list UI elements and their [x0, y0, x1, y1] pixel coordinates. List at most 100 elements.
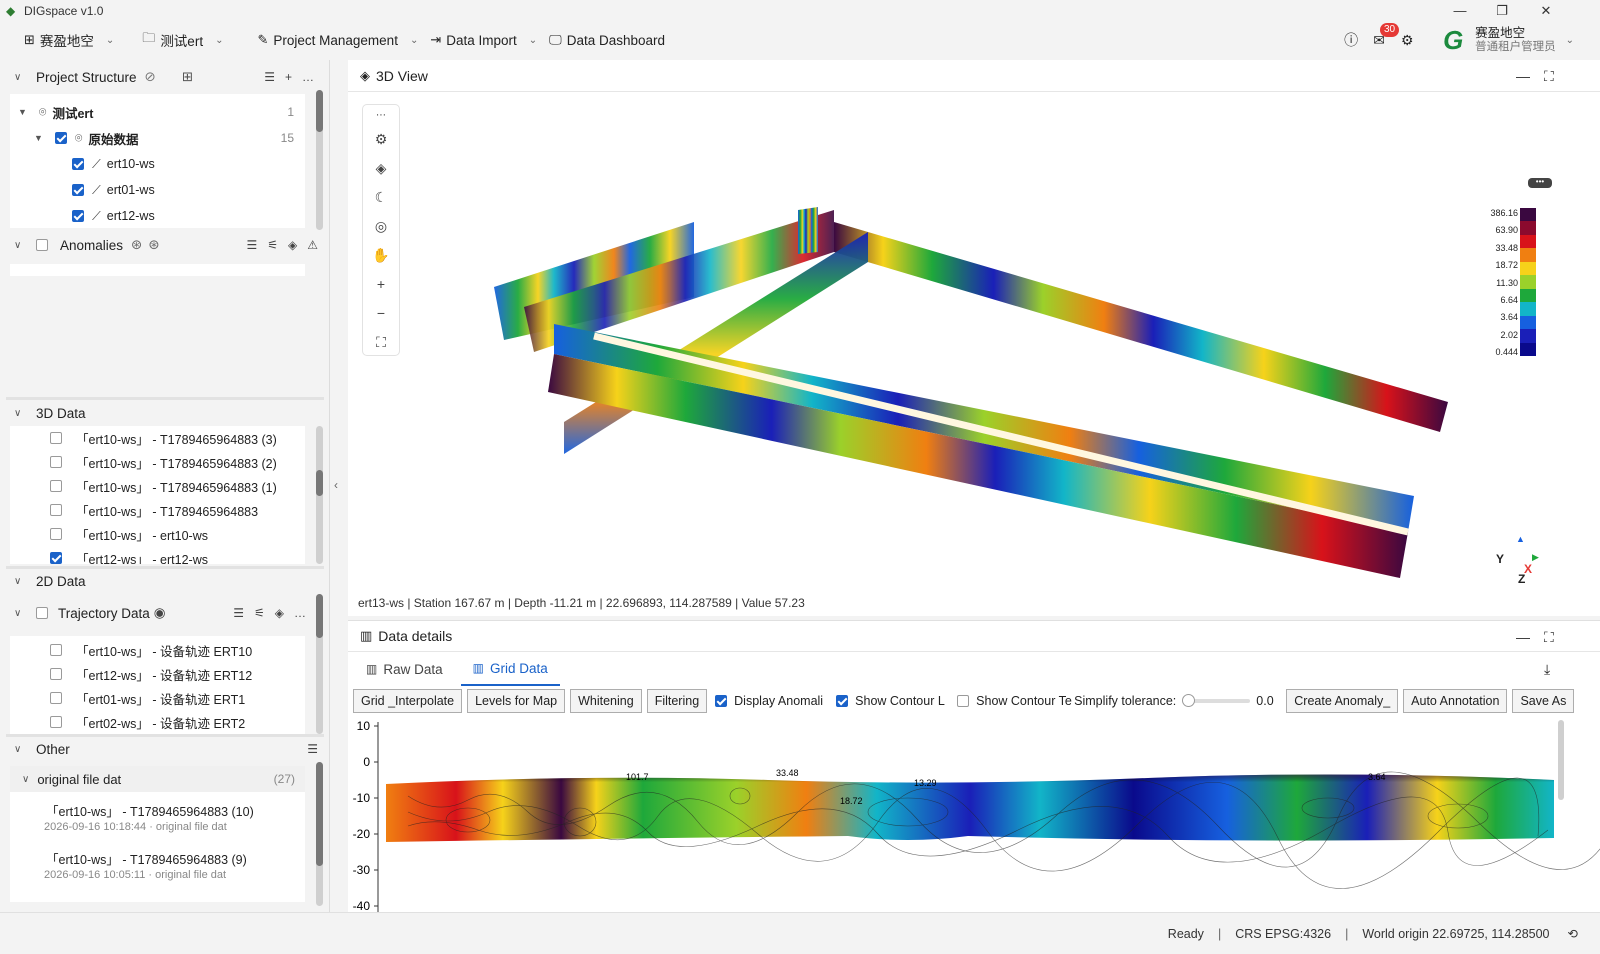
tab-grid-data[interactable]: ▥ Grid Data	[460, 652, 560, 686]
sliders-icon[interactable]: ⚟	[267, 238, 278, 252]
project-structure-header[interactable]: ∨ Project Structure ⊘ ⊞ ☰ + …	[8, 62, 324, 92]
layers-icon[interactable]: ◈	[275, 606, 284, 620]
tree-node-dataset[interactable]: ⟋ ert10-ws	[72, 152, 155, 176]
checkbox[interactable]	[50, 644, 62, 656]
tab-raw-data[interactable]: ▥ Raw Data	[354, 652, 455, 686]
eye-link-icon[interactable]: ⊛	[131, 237, 142, 253]
list-item[interactable]: 「ert10-ws」 - T1789465964883	[50, 498, 258, 522]
checkbox[interactable]	[72, 210, 84, 222]
user-menu[interactable]: 赛盈地空 普通租户管理员	[1475, 26, 1556, 54]
search-list-icon[interactable]: ☰	[246, 238, 257, 252]
add-icon[interactable]: +	[285, 70, 292, 84]
fullscreen-icon[interactable]: ⛶	[1544, 629, 1554, 646]
more-icon[interactable]: …	[294, 606, 306, 620]
chevron-down-icon[interactable]: ∨	[14, 408, 28, 419]
search-list-icon[interactable]: ☰	[264, 70, 275, 84]
grid-icon[interactable]: ⊞	[182, 69, 193, 85]
data2d-header[interactable]: ∨ 2D Data	[8, 566, 324, 596]
checkbox[interactable]	[50, 552, 62, 564]
chevron-down-icon[interactable]: ∨	[14, 72, 28, 83]
tree-node-dataset[interactable]: ⟋ ert01-ws	[72, 178, 155, 202]
tree-node-raw-data[interactable]: ▼ ⌾ 原始数据 15	[34, 126, 305, 150]
checkbox[interactable]	[72, 184, 84, 196]
list-item[interactable]: 「ert10-ws」 - 设备轨迹 ERT10	[50, 638, 252, 662]
eye-off-icon[interactable]: ⊘	[145, 69, 156, 85]
scroll-thumb[interactable]	[316, 470, 323, 496]
data3d-header[interactable]: ∨ 3D Data	[8, 398, 324, 428]
display-anomalies-toggle[interactable]: Display Anomali	[715, 694, 828, 708]
checkbox[interactable]	[50, 692, 62, 704]
list-item[interactable]: 「ert10-ws」 - T1789465964883 (2)	[50, 450, 277, 474]
chevron-down-icon[interactable]: ∨	[14, 240, 28, 251]
checkbox[interactable]	[50, 504, 62, 516]
show-contour-text-toggle[interactable]: Show Contour Te	[957, 694, 1074, 708]
group-header[interactable]: ∨ original file dat (27)	[10, 766, 305, 792]
search-list-icon[interactable]: ☰	[307, 742, 318, 756]
scrollbar[interactable]	[316, 426, 323, 564]
eye-icon[interactable]: ◉	[154, 605, 166, 621]
caret-down-icon[interactable]: ▼	[18, 107, 27, 117]
list-item[interactable]: 「ert02-ws」 - 设备轨迹 ERT2	[50, 710, 245, 734]
view3d-canvas[interactable]: ⋯ ⚙ ◈ ☾ ◎ ✋ + − ⛶ ••• 386.16 63.90 33.48…	[348, 92, 1600, 616]
minimize-button[interactable]: —	[1440, 0, 1480, 22]
project-menu[interactable]: 🗀 测试ert ⌄	[136, 22, 229, 58]
grid-data-plot[interactable]: 10 0 -10 -20 -30 -40 101.7 33.48 18.72 13.29 3.64	[348, 716, 1600, 912]
list-item[interactable]: 「ert10-ws」 - ert10-ws	[50, 522, 208, 546]
checkbox[interactable]	[72, 158, 84, 170]
scroll-thumb[interactable]	[316, 90, 323, 132]
list-item[interactable]: 「ert12-ws」 - ert12-ws	[50, 546, 208, 564]
trajectory-header[interactable]: ∨ Trajectory Data ◉ ☰ ⚟ ◈ …	[8, 598, 308, 628]
other-header[interactable]: ∨ Other ☰	[8, 734, 324, 764]
checkbox[interactable]	[50, 668, 62, 680]
scroll-thumb[interactable]	[316, 594, 323, 638]
chevron-down-icon[interactable]: ∨	[22, 774, 29, 785]
show-contour-lines-toggle[interactable]: Show Contour L	[836, 694, 949, 708]
axes-gizmo[interactable]: Y X Z ▲ ▶	[1494, 534, 1540, 588]
notification-icon[interactable]: ✉ 30	[1368, 23, 1400, 51]
chevron-down-icon[interactable]: ∨	[14, 744, 28, 755]
simplify-slider[interactable]	[1182, 694, 1251, 707]
download-icon[interactable]: ⤓	[1544, 661, 1550, 678]
chevron-down-icon[interactable]: ⌄	[1566, 35, 1574, 46]
warning-icon[interactable]: ⚠	[307, 238, 318, 252]
eye-link-icon[interactable]: ⊛	[148, 237, 159, 253]
workspace-menu[interactable]: ⊞ 赛盈地空 ⌄	[18, 22, 120, 58]
minimize-icon[interactable]: —	[1516, 629, 1530, 645]
filtering-button[interactable]: Filtering	[646, 689, 708, 713]
list-item[interactable]: 「ert01-ws」 - 设备轨迹 ERT1	[50, 686, 245, 710]
data-dashboard-menu[interactable]: 🖵 Data Dashboard	[543, 22, 671, 58]
list-item[interactable]: 「ert10-ws」 - T1789465964883 (3)	[50, 426, 277, 450]
levels-for-map-button[interactable]: Levels for Map	[467, 689, 566, 713]
checkbox[interactable]	[50, 716, 62, 728]
sliders-icon[interactable]: ⚟	[254, 606, 265, 620]
checkbox[interactable]	[36, 239, 48, 251]
caret-down-icon[interactable]: ▼	[34, 133, 43, 143]
anomalies-header[interactable]: ∨ Anomalies ⊛ ⊛ ☰ ⚟ ◈ ⚠	[8, 230, 324, 260]
list-item[interactable]: 「ert10-ws」 - T1789465964883 (1)	[50, 474, 277, 498]
settings-gear-icon[interactable]: ⚙	[1396, 29, 1418, 51]
more-icon[interactable]: …	[302, 70, 314, 84]
minimize-icon[interactable]: —	[1516, 68, 1530, 84]
checkbox[interactable]	[715, 695, 728, 707]
chevron-down-icon[interactable]: ∨	[14, 576, 28, 587]
checkbox[interactable]	[50, 432, 62, 444]
scrollbar[interactable]	[316, 594, 323, 734]
scrollbar[interactable]	[316, 90, 323, 230]
checkbox[interactable]	[957, 695, 970, 707]
slider-knob[interactable]	[1182, 694, 1196, 707]
grid-interpolate-button[interactable]: Grid _Interpolate	[353, 689, 463, 713]
tree-node-dataset[interactable]: ⟋ ert12-ws	[72, 204, 155, 228]
collapse-panel-icon[interactable]: ‹	[334, 478, 338, 492]
plot-scrollbar[interactable]	[1558, 720, 1564, 800]
checkbox[interactable]	[50, 528, 62, 540]
checkbox[interactable]	[36, 607, 48, 619]
tree-node-project[interactable]: ▼ ⌾ 测试ert 1	[18, 100, 305, 124]
close-button[interactable]: ✕	[1526, 0, 1566, 22]
checkbox[interactable]	[836, 695, 849, 707]
create-anomaly-button[interactable]: Create Anomaly_	[1286, 689, 1399, 713]
restore-button[interactable]: ❐	[1482, 0, 1522, 22]
checkbox[interactable]	[50, 456, 62, 468]
chevron-down-icon[interactable]: ∨	[14, 608, 28, 619]
colorbar-menu-icon[interactable]: •••	[1528, 178, 1552, 188]
checkbox[interactable]	[50, 480, 62, 492]
